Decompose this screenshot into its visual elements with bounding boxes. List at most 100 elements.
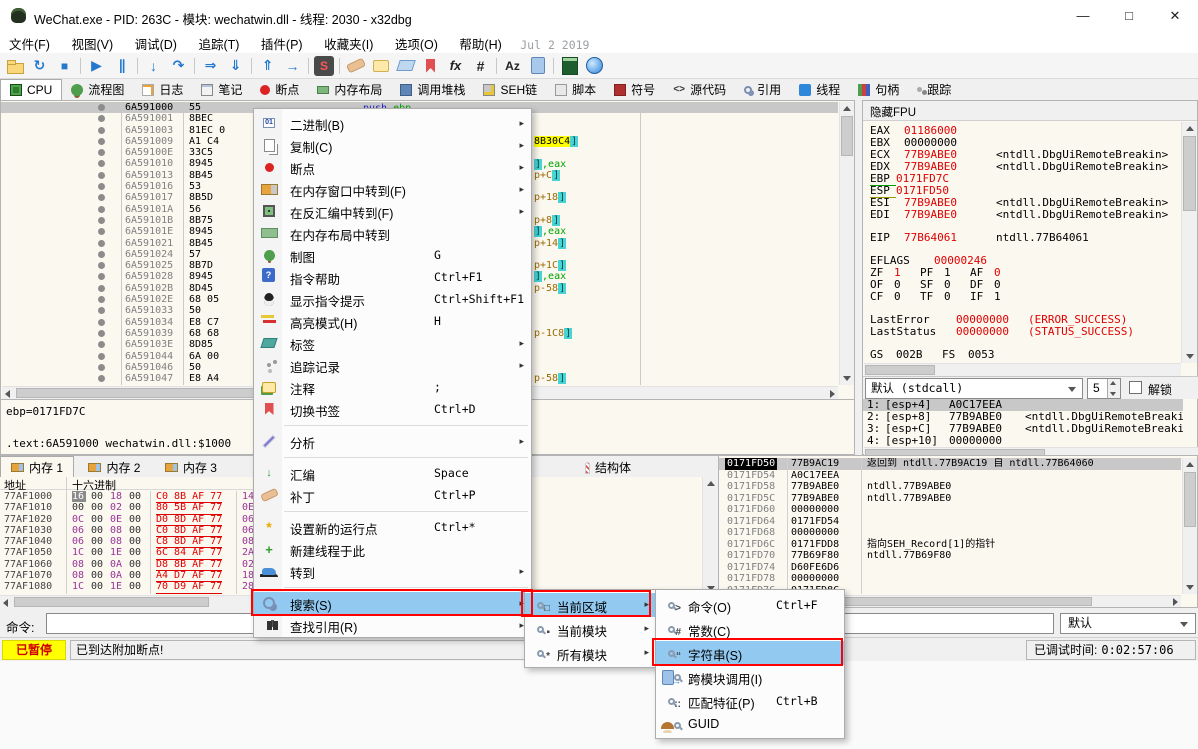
menu-item[interactable]: 01 二进制(B) ▸ xyxy=(254,112,531,134)
breakpoint-dot[interactable] xyxy=(98,341,105,348)
menubar-item[interactable]: 调试(D) xyxy=(126,32,186,53)
toolbar-button[interactable] xyxy=(493,55,500,77)
stack-panel[interactable]: 0171FD50 77B9AC19 返回到 ntdll.77B9AC19 自 n… xyxy=(718,455,1198,608)
view-tab[interactable]: 跟踪 xyxy=(908,79,960,100)
toolbar-button[interactable]: ⇑ xyxy=(255,55,280,77)
view-tab[interactable]: 调用堆栈 xyxy=(391,79,474,100)
menu-item[interactable]: 在反汇编中转到(F) ▸ xyxy=(254,200,531,222)
breakpoint-dot[interactable] xyxy=(98,307,105,314)
view-tab[interactable]: 线程 xyxy=(790,79,849,100)
memory-dump-tab[interactable]: 内存 2 xyxy=(78,457,150,478)
breakpoint-dot[interactable] xyxy=(98,138,105,145)
toolbar-button[interactable] xyxy=(134,55,141,77)
menubar-item[interactable]: 追踪(T) xyxy=(189,32,248,53)
toolbar-button[interactable]: ↻ xyxy=(27,55,52,77)
breakpoint-dot[interactable] xyxy=(98,319,105,326)
breakpoint-dot[interactable] xyxy=(98,364,105,371)
view-tab[interactable]: 流程图 xyxy=(62,79,133,100)
toolbar-button[interactable] xyxy=(582,55,607,77)
submenu-item[interactable]: GUID xyxy=(656,713,844,737)
panel-splitter[interactable] xyxy=(855,100,862,455)
view-tab[interactable]: 符号 xyxy=(605,79,664,100)
menu-item[interactable]: * 设置新的运行点 Ctrl+* xyxy=(254,516,531,538)
toolbar-button[interactable]: ■ xyxy=(52,55,77,77)
command-combo[interactable]: 默认 xyxy=(1060,613,1196,634)
toolbar-button[interactable] xyxy=(418,55,443,77)
stack-row[interactable]: 0171FD60 00000000 xyxy=(719,504,1181,516)
close-button[interactable]: ✕ xyxy=(1152,0,1198,32)
breakpoint-dot[interactable] xyxy=(98,353,105,360)
menubar-item[interactable]: 选项(O) xyxy=(386,32,447,53)
submenu-item[interactable]: ▪ 当前模块 ▸ xyxy=(525,617,656,641)
register-row[interactable]: EIP77B64061ntdll.77B64061 xyxy=(870,232,1181,244)
menu-item[interactable] xyxy=(254,452,531,462)
submenu-item[interactable]: :: 匹配特征(P) Ctrl+B xyxy=(656,689,844,713)
submenu-item[interactable]: * 所有模块 ▸ xyxy=(525,641,656,665)
toolbar-button[interactable]: ↓ xyxy=(141,55,166,77)
hide-fpu-button[interactable]: 隐藏FPU xyxy=(863,101,1197,121)
menu-item[interactable]: 在内存布局中转到 xyxy=(254,222,531,244)
toolbar-button[interactable]: ⇒ xyxy=(198,55,223,77)
registers-panel[interactable]: 隐藏FPU EAX01186000 EBX00000000 ECX77B9ABE… xyxy=(862,100,1198,455)
view-tab[interactable]: CPU xyxy=(0,79,62,100)
menubar-item[interactable]: 帮助(H) xyxy=(450,32,510,53)
calling-convention-combo[interactable]: 默认 (stdcall) xyxy=(865,378,1083,399)
view-tab[interactable]: <> 源代码 xyxy=(664,79,735,100)
breakpoint-dot[interactable] xyxy=(98,206,105,213)
menu-item[interactable]: 转到 ▸ xyxy=(254,560,531,582)
submenu-item[interactable]: → 跨模块调用(I) xyxy=(656,665,844,689)
menubar-item[interactable]: 文件(F) xyxy=(0,32,59,53)
breakpoint-dot[interactable] xyxy=(98,330,105,337)
menu-item[interactable]: ↓ 汇编 Space xyxy=(254,462,531,484)
menubar-item[interactable]: 视图(V) xyxy=(62,32,122,53)
view-tab[interactable]: 笔记 xyxy=(192,79,251,100)
breakpoint-dot[interactable] xyxy=(98,149,105,156)
cpu-flag[interactable]: IF1 xyxy=(970,291,1020,303)
stack-row[interactable]: 0171FD74 D60FE6D6 xyxy=(719,562,1181,574)
breakpoint-dot[interactable] xyxy=(98,262,105,269)
cpu-flag[interactable]: TF0 xyxy=(920,291,970,303)
toolbar-button[interactable] xyxy=(2,55,27,77)
breakpoint-dot[interactable] xyxy=(98,296,105,303)
breakpoint-dot[interactable] xyxy=(98,172,105,179)
view-tab[interactable]: 引用 xyxy=(735,79,790,100)
toolbar-button[interactable] xyxy=(525,55,550,77)
registers-vertical-scrollbar[interactable] xyxy=(1181,122,1197,363)
registers-horizontal-scrollbar[interactable] xyxy=(864,363,1181,376)
memory-dump-tab[interactable]: 内存 3 xyxy=(155,457,227,478)
view-tab[interactable]: 脚本 xyxy=(546,79,605,100)
toolbar-button[interactable] xyxy=(191,55,198,77)
stack-row[interactable]: 0171FD78 00000000 xyxy=(719,573,1181,585)
toolbar-button[interactable] xyxy=(343,55,368,77)
menu-item[interactable]: ? 指令帮助 Ctrl+F1 xyxy=(254,266,531,288)
stack-row[interactable]: 0171FD70 77B69F80 ntdll.77B69F80 xyxy=(719,550,1181,562)
toolbar-button[interactable]: ↷ xyxy=(166,55,191,77)
toolbar-button[interactable] xyxy=(305,55,312,77)
stack-row[interactable]: 0171FD6C 0171FDD8 指向SEH_Record[1]的指针 xyxy=(719,539,1181,551)
eflags-row[interactable]: EFLAGS00000246 xyxy=(870,255,1181,267)
stack-row[interactable]: 0171FD68 00000000 xyxy=(719,527,1181,539)
menu-item[interactable]: 在内存窗口中转到(F) ▸ xyxy=(254,178,531,200)
stack-row[interactable]: 0171FD64 0171FD54 xyxy=(719,516,1181,528)
menu-item[interactable]: 注释 ; xyxy=(254,376,531,398)
breakpoint-dot[interactable] xyxy=(98,104,105,111)
view-tab[interactable]: 内存布局 xyxy=(308,79,391,100)
menu-item[interactable]: 查找引用(R) ▸ xyxy=(254,614,531,636)
maximize-button[interactable]: □ xyxy=(1106,0,1152,32)
memory-dump-tab[interactable]: 内存 1 xyxy=(0,456,74,477)
toolbar-button[interactable]: ∥ xyxy=(109,55,134,77)
stack-vertical-scrollbar[interactable] xyxy=(1182,458,1197,594)
breakpoint-dot[interactable] xyxy=(98,194,105,201)
stack-row[interactable]: 0171FD50 77B9AC19 返回到 ntdll.77B9AC19 自 n… xyxy=(719,458,1181,470)
breakpoint-dot[interactable] xyxy=(98,228,105,235)
view-tab[interactable]: 日志 xyxy=(133,79,192,100)
toolbar-button[interactable]: Az xyxy=(500,55,525,77)
toolbar-button[interactable]: ▶ xyxy=(84,55,109,77)
breakpoint-dot[interactable] xyxy=(98,285,105,292)
breakpoint-dot[interactable] xyxy=(98,273,105,280)
menu-item[interactable]: 切换书签 Ctrl+D xyxy=(254,398,531,420)
stack-row[interactable]: 0171FD5C 77B9ABE0 ntdll.77B9ABE0 xyxy=(719,493,1181,505)
breakpoint-dot[interactable] xyxy=(98,127,105,134)
unlock-checkbox[interactable] xyxy=(1129,381,1142,394)
menu-item[interactable]: 分析 ▸ xyxy=(254,430,531,452)
